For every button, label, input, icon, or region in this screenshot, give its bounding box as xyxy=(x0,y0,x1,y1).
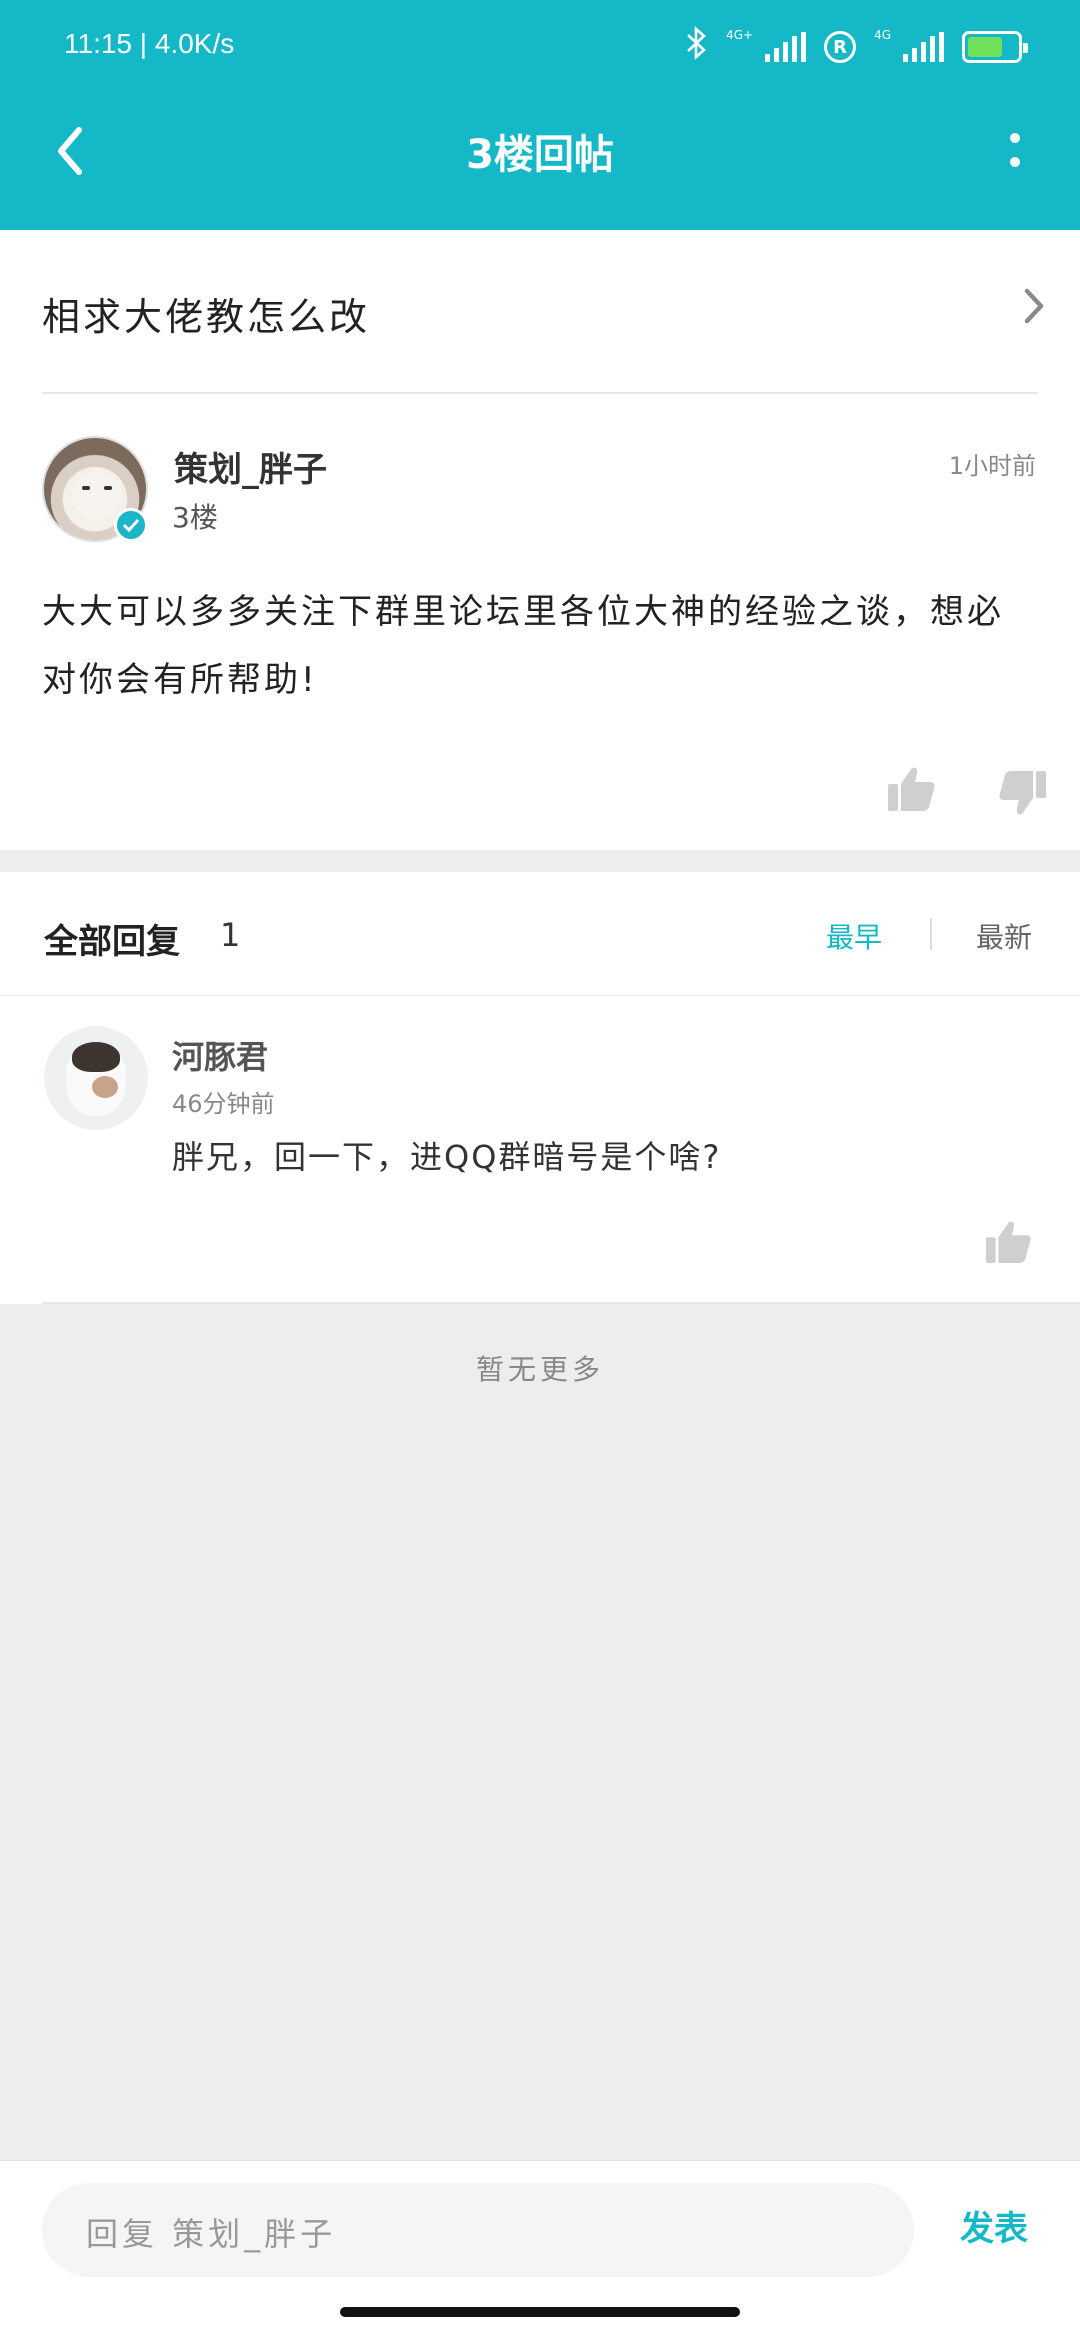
send-button[interactable]: 发表 xyxy=(960,2201,1028,2250)
thumbs-down-icon[interactable] xyxy=(998,770,1046,820)
clock: 11:15 xyxy=(64,28,132,59)
replies-header: 全部回复 1 最早 最新 xyxy=(0,872,1080,996)
post-author[interactable]: 策划_胖子 xyxy=(174,442,327,491)
reply-time: 46分钟前 xyxy=(172,1090,275,1118)
no-more-label: 暂无更多 xyxy=(475,1353,604,1386)
floor-label: 3楼 xyxy=(172,501,218,534)
status-time: 11:15 | 4.0K/s xyxy=(64,28,234,60)
network-type-label-2: 4G xyxy=(874,28,891,42)
status-icons: 4G+ R 4G xyxy=(686,26,1028,68)
thumbs-up-icon[interactable] xyxy=(888,766,936,816)
sort-earliest-tab[interactable]: 最早 xyxy=(826,916,882,956)
reply-input-placeholder: 回复 策划_胖子 xyxy=(86,2215,337,2253)
home-indicator[interactable] xyxy=(340,2307,740,2317)
status-separator: | xyxy=(139,28,155,59)
signal-icon-2 xyxy=(903,32,944,62)
reply-author[interactable]: 河豚君 xyxy=(172,1032,268,1078)
more-button[interactable] xyxy=(990,120,1040,180)
post-card: 相求大佬教怎么改 策划_胖子 3楼 1小时前 大大可以多多关注下群里论坛里各位大… xyxy=(0,230,1080,850)
reply-input[interactable]: 回复 策划_胖子 xyxy=(42,2183,914,2277)
all-replies-label: 全部回复 xyxy=(44,922,180,962)
bottom-reply-bar: 回复 策划_胖子 发表 xyxy=(0,2160,1080,2340)
network-type-label: 4G+ xyxy=(726,28,754,42)
sort-divider xyxy=(930,918,932,950)
thread-title: 相求大佬教怎么改 xyxy=(42,295,371,339)
signal-icon xyxy=(765,32,807,62)
page-title: 3楼回帖 xyxy=(466,132,614,178)
network-speed: 4.0K/s xyxy=(154,28,235,59)
roaming-icon: R xyxy=(824,31,857,63)
divider xyxy=(42,392,1038,394)
post-time: 1小时前 xyxy=(948,452,1036,480)
post-content: 大大可以多多关注下群里论坛里各位大神的经验之谈，想必对你会有所帮助! xyxy=(42,592,1004,700)
thumbs-up-icon[interactable] xyxy=(986,1220,1032,1268)
more-vertical-icon xyxy=(1010,133,1020,143)
sort-newest-tab[interactable]: 最新 xyxy=(976,916,1032,956)
status-bar: 11:15 | 4.0K/s 4G+ R 4G xyxy=(0,0,1080,96)
avatar[interactable] xyxy=(44,1026,148,1130)
reply-count: 1 xyxy=(220,916,241,954)
divider xyxy=(42,1302,1080,1304)
replies-section: 全部回复 1 最早 最新 河豚君 46分钟前 胖兄，回一下，进QQ群暗号是个啥? xyxy=(0,872,1080,1304)
chevron-right-icon xyxy=(1022,286,1046,330)
verified-badge-icon xyxy=(114,508,148,542)
bluetooth-icon xyxy=(686,26,708,68)
battery-icon xyxy=(962,31,1028,63)
reply-content[interactable]: 胖兄，回一下，进QQ群暗号是个啥? xyxy=(172,1132,721,1178)
thread-link[interactable]: 相求大佬教怎么改 xyxy=(0,230,1080,392)
app-header: 11:15 | 4.0K/s 4G+ R 4G 3楼回帖 xyxy=(0,0,1080,230)
